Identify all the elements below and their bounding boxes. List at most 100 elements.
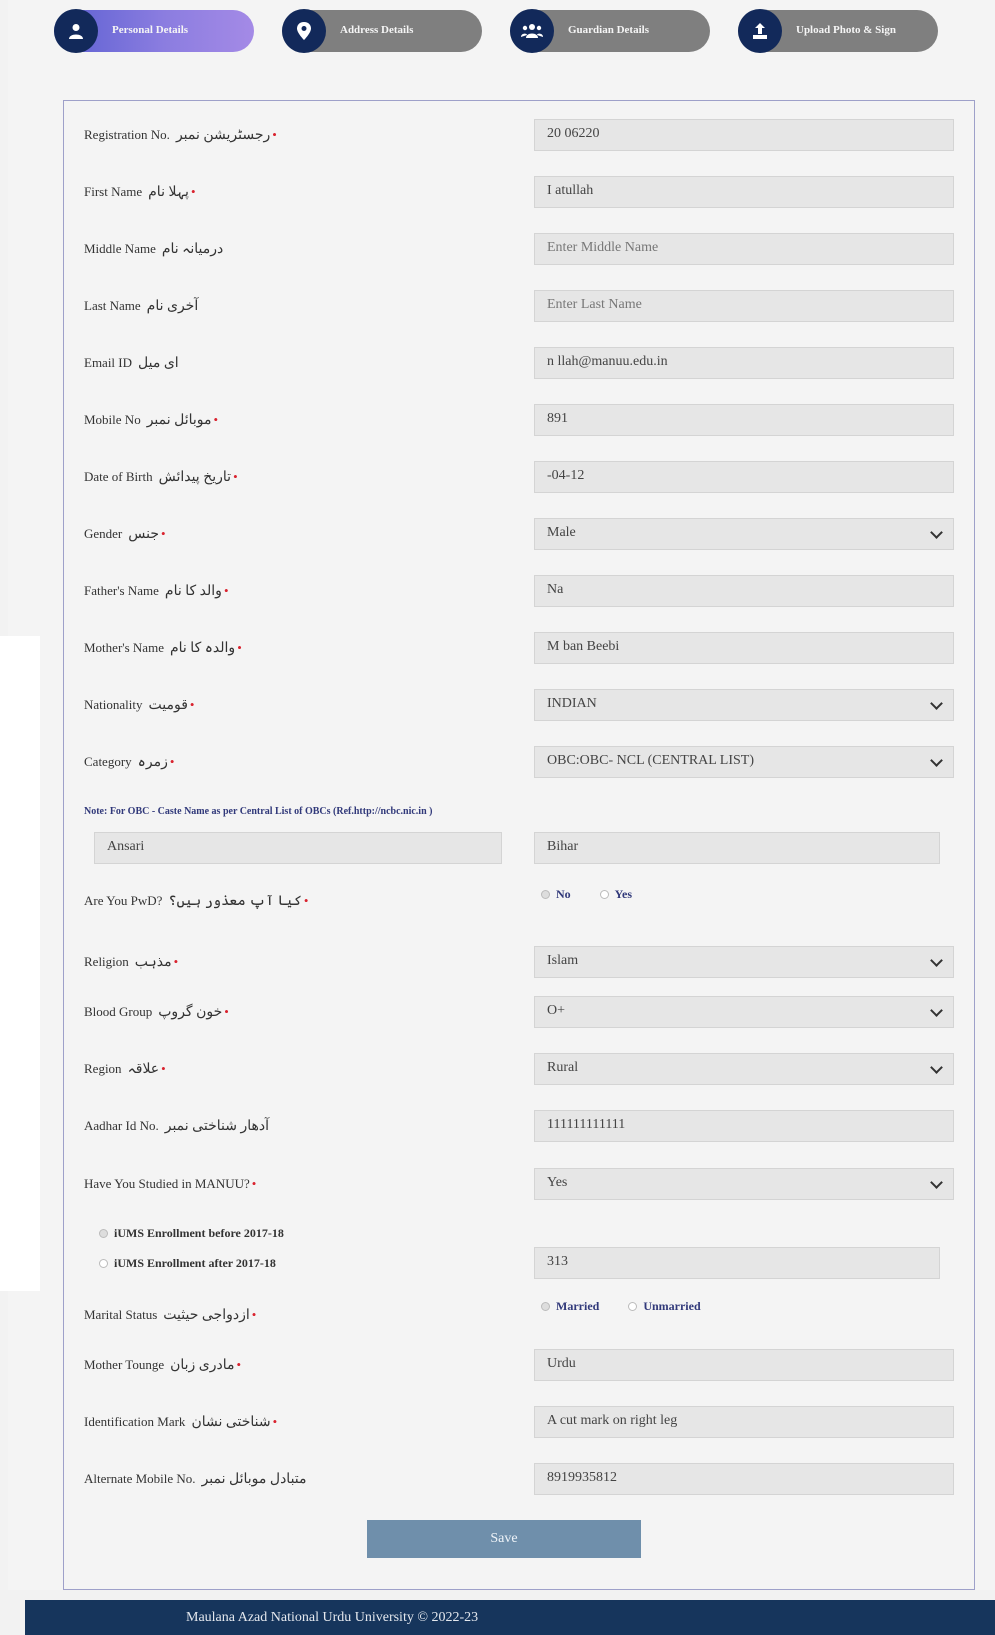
blood-group-label: Blood Group خون گروپ • [84,1004,229,1020]
nationality-label: Nationality قومیت • [84,697,195,713]
first-name-field[interactable]: I atullah [534,176,954,208]
middle-name-label: Middle Name درمیانہ نام [84,241,224,257]
tab-address-details[interactable]: Address Details [282,9,482,53]
region-select[interactable]: Rural [534,1053,954,1085]
identification-mark-row: Identification Mark شناختی نشان • A cut ma… [64,1406,974,1440]
email-field[interactable]: n llah@manuu.edu.in [534,347,954,379]
enroll-before-option[interactable]: iUMS Enrollment before 2017-18 [99,1226,284,1241]
blood-group-select[interactable]: O+ [534,996,954,1028]
pwd-radio-group: No Yes [541,887,658,903]
gender-select[interactable]: Male [534,518,954,550]
upload-icon [738,9,782,53]
dob-row: Date of Birth تاریخ پیدائش • -04-12 [64,461,974,495]
studied-manuu-label: Have You Studied in MANUU? • [84,1176,257,1191]
mother-tongue-label: Mother Tounge مادری زبان • [84,1357,242,1373]
religion-select[interactable]: Islam [534,946,954,978]
registration-label: Registration No. رجسٹریشن نمبر • [84,127,277,143]
last-name-label: Last Name آخری نام [84,298,199,314]
mobile-label: Mobile No موبائل نمبر • [84,412,219,428]
mother-tongue-field[interactable]: Urdu [534,1349,954,1381]
footer-text: Maulana Azad National Urdu University © … [186,1610,479,1625]
aadhar-row: Aadhar Id No. آدھار شناختی نمبر 111111111… [64,1110,974,1144]
marital-status-row: Marital Status ازدواجی حیثیت • [64,1299,974,1333]
married-option[interactable]: Married [541,1299,599,1314]
last-name-row: Last Name آخری نام Enter Last Name [64,290,974,324]
radio-button[interactable] [541,890,550,899]
studied-manuu-select[interactable]: Yes [534,1168,954,1200]
caste-state-field[interactable]: Bihar [534,832,940,864]
alternate-mobile-row: Alternate Mobile No. متبادل موبائل نمبر 8… [64,1463,974,1497]
region-label: Region علاقہ • [84,1061,166,1077]
unmarried-option[interactable]: Unmarried [628,1299,701,1314]
save-button[interactable]: Save [367,1520,641,1558]
tab-guardian-details[interactable]: Guardian Details [510,9,710,53]
pwd-row: Are You PwD? کیا آپ معذور ہیں؟ • [64,885,974,919]
tab-label: Upload Photo & Sign [796,24,896,36]
pwd-label: Are You PwD? کیا آپ معذور ہیں؟ • [84,893,309,909]
tab-label: Guardian Details [568,24,649,36]
father-name-label: Father's Name والد کا نام • [84,583,229,599]
mobile-row: Mobile No موبائل نمبر • 891 [64,404,974,438]
map-pin-icon [282,9,326,53]
registration-field[interactable]: 20 06220 [534,119,954,151]
obc-note: Note: For OBC - Caste Name as per Centra… [84,806,433,817]
first-name-label: First Name پہلا نام • [84,184,196,200]
enrollment-number-field[interactable]: 313 [534,1247,940,1279]
first-name-row: First Name پہلا نام • I atullah [64,176,974,210]
studied-manuu-row: Have You Studied in MANUU? • Yes [64,1168,974,1202]
radio-button[interactable] [599,890,609,899]
email-row: Email ID ای میل n llah@manuu.edu.in [64,347,974,381]
step-tabs: Personal Details Address Details Guardia… [0,9,995,54]
tab-label: Personal Details [112,24,189,36]
middle-name-row: Middle Name درمیانہ نام Enter Middle Name [64,233,974,267]
alternate-mobile-label: Alternate Mobile No. متبادل موبائل نمبر [84,1471,307,1487]
gender-label: Gender جنس • [84,526,166,542]
father-name-field[interactable]: Na [534,575,954,607]
alternate-mobile-field[interactable]: 8919935812 [534,1463,954,1495]
radio-button[interactable] [99,1229,108,1238]
aadhar-label: Aadhar Id No. آدھار شناختی نمبر [84,1118,269,1134]
middle-name-field[interactable]: Enter Middle Name [534,233,954,265]
region-row: Region علاقہ • Rural [64,1053,974,1087]
father-name-row: Father's Name والد کا نام • Na [64,575,974,609]
enroll-after-option[interactable]: iUMS Enrollment after 2017-18 [99,1256,276,1271]
religion-row: Religion مذہب • Islam [64,946,974,980]
nationality-row: Nationality قومیت • INDIAN [64,689,974,723]
pwd-yes-option[interactable]: Yes [599,887,632,902]
identification-mark-field[interactable]: A cut mark on right leg [534,1406,954,1438]
marital-status-label: Marital Status ازدواجی حیثیت • [84,1307,257,1323]
marital-radio-group: Married Unmarried [541,1299,727,1315]
page-gutter [0,636,40,1291]
users-icon [510,9,554,53]
pwd-no-option[interactable]: No [541,887,571,902]
radio-button[interactable] [628,1302,638,1311]
footer: Maulana Azad National Urdu University © … [25,1600,995,1635]
category-select[interactable]: OBC:OBC- NCL (CENTRAL LIST) [534,746,954,778]
tab-upload-photo-sign[interactable]: Upload Photo & Sign [738,9,938,53]
tab-label: Address Details [340,24,414,36]
mobile-field[interactable]: 891 [534,404,954,436]
registration-row: Registration No. رجسٹریشن نمبر • 20 06220 [64,119,974,153]
category-label: Category زمرہ • [84,754,175,770]
tab-personal-details[interactable]: Personal Details [54,9,254,53]
blood-group-row: Blood Group خون گروپ • O+ [64,996,974,1030]
dob-field[interactable]: -04-12 [534,461,954,493]
mother-name-row: Mother's Name والدہ کا نام • M ban Beebi [64,632,974,666]
category-row: Category زمرہ • OBC:OBC- NCL (CENTRAL LIST… [64,746,974,780]
mother-tongue-row: Mother Tounge مادری زبان • Urdu [64,1349,974,1383]
personal-details-form: Registration No. رجسٹریشن نمبر • 20 06220 … [63,100,975,1590]
aadhar-field[interactable]: 111111111111 [534,1110,954,1142]
caste-name-field[interactable]: Ansari [94,832,502,864]
last-name-field[interactable]: Enter Last Name [534,290,954,322]
mother-name-field[interactable]: M ban Beebi [534,632,954,664]
identification-mark-label: Identification Mark شناختی نشان • [84,1414,278,1430]
radio-button[interactable] [99,1259,108,1268]
radio-button[interactable] [541,1302,550,1311]
gender-row: Gender جنس • Male [64,518,974,552]
dob-label: Date of Birth تاریخ پیدائش • [84,469,238,485]
religion-label: Religion مذہب • [84,954,179,970]
mother-name-label: Mother's Name والدہ کا نام • [84,640,242,656]
user-icon [54,9,98,53]
nationality-select[interactable]: INDIAN [534,689,954,721]
email-label: Email ID ای میل [84,355,179,371]
